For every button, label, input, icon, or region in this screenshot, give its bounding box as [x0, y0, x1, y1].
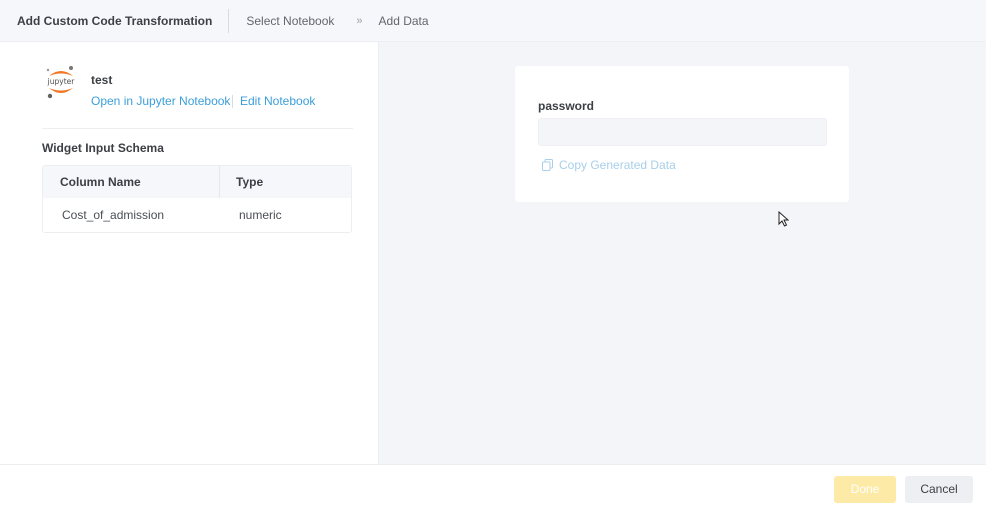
dialog-footer: Done Cancel [0, 464, 986, 514]
password-label: password [538, 99, 595, 113]
cell-column-type: numeric [239, 208, 282, 222]
done-button[interactable]: Done [834, 476, 896, 503]
notebook-name: test [91, 73, 113, 87]
open-in-jupyter-link[interactable]: Open in Jupyter Notebook [91, 94, 230, 108]
schema-table: Column Name Type Cost_of_admission numer… [42, 165, 352, 233]
breadcrumb-select-notebook[interactable]: Select Notebook [246, 9, 334, 33]
edit-notebook-link[interactable]: Edit Notebook [240, 94, 315, 108]
cancel-button[interactable]: Cancel [905, 476, 973, 503]
section-divider [42, 128, 353, 129]
input-card: password Copy Generated Data [515, 66, 849, 227]
cell-column-name: Cost_of_admission [62, 208, 165, 222]
copy-generated-data-button[interactable]: Copy Generated Data [542, 158, 676, 172]
schema-title: Widget Input Schema [42, 141, 164, 155]
column-header-name: Column Name [43, 166, 220, 198]
dialog-title: Add Custom Code Transformation [0, 8, 230, 33]
jupyter-logo-icon: jupyter [47, 66, 76, 99]
copy-generated-data-label: Copy Generated Data [559, 158, 676, 172]
copy-icon [542, 159, 553, 171]
password-input[interactable] [538, 118, 827, 146]
dialog-header: Add Custom Code Transformation Select No… [0, 0, 986, 42]
breadcrumb-add-data[interactable]: Add Data [379, 9, 429, 33]
jupyter-logo-text: jupyter [47, 77, 76, 86]
link-divider [232, 95, 233, 108]
table-header: Column Name Type [43, 166, 351, 198]
breadcrumb-separator-icon: » [356, 14, 363, 27]
table-row: Cost_of_admission numeric [43, 198, 351, 232]
data-panel: password Copy Generated Data [379, 42, 986, 464]
mouse-cursor-icon [778, 211, 789, 227]
notebook-panel: jupyter test Open in Jupyter Notebook Ed… [0, 42, 379, 464]
column-header-type: Type [236, 175, 264, 189]
